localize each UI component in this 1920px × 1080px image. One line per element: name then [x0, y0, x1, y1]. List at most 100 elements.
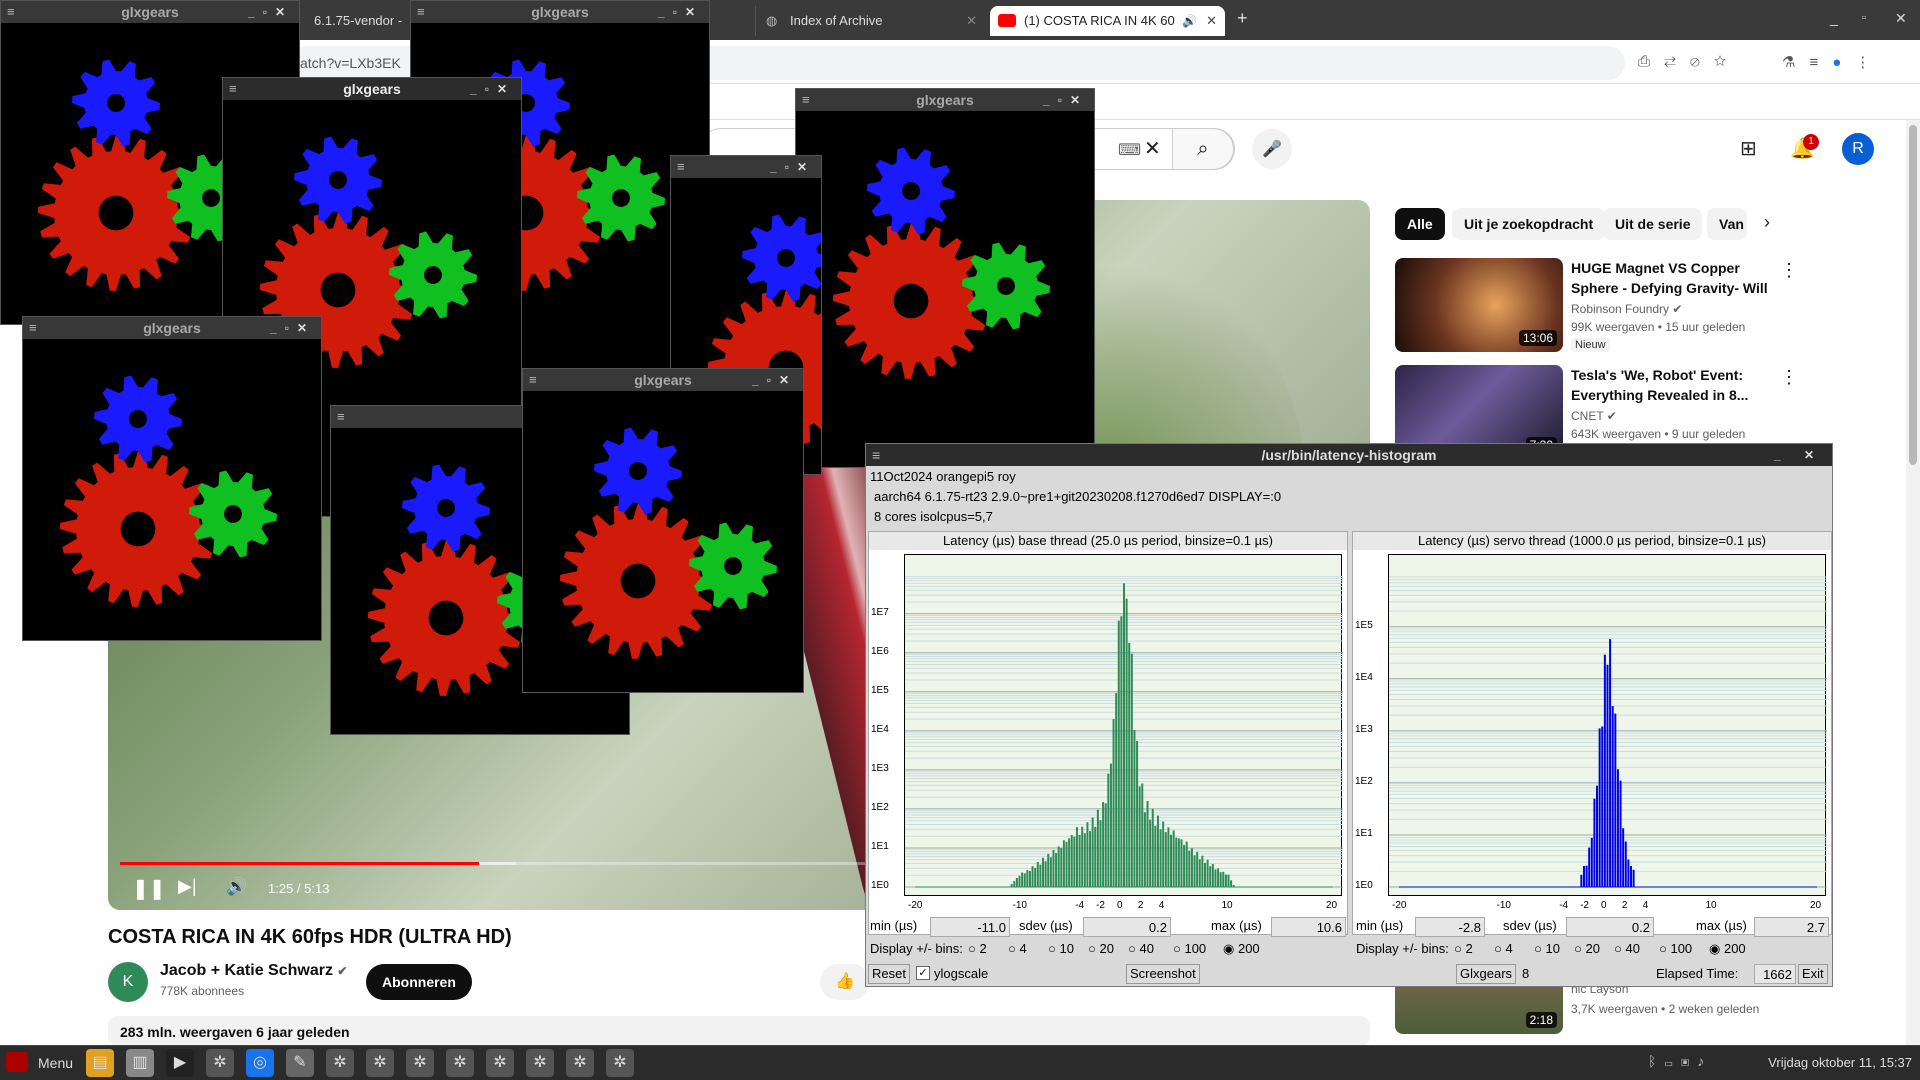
window-titlebar[interactable]: /usr/bin/latency-histogram ≡ _ ✕ [866, 444, 1832, 466]
chrome-icon[interactable]: ◎ [246, 1049, 274, 1077]
window-controls[interactable]: _▫✕ [1043, 89, 1088, 111]
bin-option-10[interactable]: ○ 10 [1534, 941, 1560, 956]
window-controls[interactable]: _▫✕ [248, 1, 293, 23]
channel-name[interactable]: CNET ✔ [1571, 409, 1617, 423]
channel-name[interactable]: Jacob + Katie Schwarz ✔ [160, 962, 347, 980]
window-menu-icon[interactable]: ≡ [337, 406, 345, 428]
gear-icon[interactable]: ✲ [366, 1049, 394, 1077]
bluetooth-icon[interactable]: ᛒ [1648, 1053, 1664, 1069]
tab-youtube[interactable]: (1) COSTA RICA IN 4K 60 🔊 ✕ [990, 6, 1225, 36]
minimize-icon[interactable]: _ [1830, 10, 1838, 26]
queue-icon[interactable]: ≡ [1809, 54, 1832, 71]
more-icon[interactable]: ⋮ [1780, 367, 1798, 388]
editor-icon[interactable]: ▥ [126, 1049, 154, 1077]
window-menu-icon[interactable]: ≡ [417, 1, 425, 23]
bin-option-4[interactable]: ○ 4 [1008, 941, 1027, 956]
bin-option-2[interactable]: ○ 2 [968, 941, 987, 956]
maximize-icon[interactable]: ▫ [1862, 12, 1866, 24]
gear-icon[interactable]: ✲ [566, 1049, 594, 1077]
window-controls[interactable]: _▫✕ [770, 156, 815, 178]
video-title[interactable]: Tesla's 'We, Robot' Event: Everything Re… [1571, 365, 1776, 405]
subscribe-button[interactable]: Abonneren [366, 964, 472, 1000]
chevron-right-icon[interactable]: › [1764, 212, 1770, 233]
video-thumbnail[interactable]: 13:06 [1395, 258, 1563, 352]
channel-avatar[interactable]: K [108, 962, 148, 1002]
window-titlebar[interactable]: glxgears ≡ _▫✕ [523, 369, 803, 391]
ylogscale-checkbox[interactable]: ✓ [916, 966, 930, 980]
filter-pill-from[interactable]: Van [1707, 208, 1747, 240]
close-icon[interactable]: ✕ [966, 6, 977, 36]
more-icon[interactable]: ⋮ [1855, 54, 1884, 71]
bin-option-100[interactable]: ○ 100 [1173, 941, 1206, 956]
window-controls[interactable]: _▫✕ [270, 317, 315, 339]
files-icon[interactable]: ▤ [86, 1049, 114, 1077]
window-menu-icon[interactable]: ≡ [29, 317, 37, 339]
window-menu-icon[interactable]: ≡ [677, 156, 685, 178]
avatar[interactable]: R [1842, 133, 1874, 165]
channel-name[interactable]: Robinson Foundry ✔ [1571, 302, 1682, 316]
labs-icon[interactable]: ⚗ [1782, 54, 1809, 71]
filter-pill-all[interactable]: Alle [1395, 208, 1445, 240]
terminal-icon[interactable]: ▶ [166, 1049, 194, 1077]
bin-option-200[interactable]: ◉ 200 [1709, 941, 1746, 957]
gear-icon[interactable]: ✲ [206, 1049, 234, 1077]
eye-off-icon[interactable]: ⊘ [1690, 53, 1714, 70]
bin-option-100[interactable]: ○ 100 [1659, 941, 1692, 956]
gear-icon[interactable]: ✲ [526, 1049, 554, 1077]
window-controls[interactable]: _▫✕ [752, 369, 797, 391]
video-description[interactable]: 283 mln. weergaven 6 jaar geleden [108, 1016, 1370, 1046]
video-title[interactable]: HUGE Magnet VS Copper Sphere - Defying G… [1571, 258, 1776, 298]
bin-option-20[interactable]: ○ 20 [1088, 941, 1114, 956]
exit-button[interactable]: Exit [1798, 964, 1828, 984]
scrollbar-thumb[interactable] [1909, 125, 1917, 465]
volume-icon[interactable]: ♪ [1697, 1053, 1712, 1069]
glxgears-window[interactable]: glxgears ≡ _▫✕ [22, 316, 322, 641]
window-titlebar[interactable]: glxgears ≡ _▫✕ [223, 78, 521, 100]
close-icon[interactable]: ✕ [1206, 6, 1217, 36]
bin-option-20[interactable]: ○ 20 [1574, 941, 1600, 956]
voice-search-button[interactable]: 🎤 [1252, 129, 1292, 169]
window-controls[interactable]: _▫✕ [658, 1, 703, 23]
glxgears-window[interactable]: glxgears ≡ _▫✕ [795, 88, 1095, 468]
bin-option-40[interactable]: ○ 40 [1614, 941, 1640, 956]
window-titlebar[interactable]: ≡ _▫✕ [671, 156, 821, 178]
translate-icon[interactable]: ⇄ [1664, 53, 1690, 70]
volume-icon[interactable]: 🔊 [226, 877, 247, 897]
window-titlebar[interactable]: glxgears ≡ _▫✕ [23, 317, 321, 339]
gear-icon[interactable]: ✲ [486, 1049, 514, 1077]
latency-histogram-window[interactable]: /usr/bin/latency-histogram ≡ _ ✕ 11Oct20… [865, 443, 1833, 987]
search-button[interactable]: ⌕ [1172, 128, 1234, 170]
window-menu-icon[interactable]: ≡ [802, 89, 810, 111]
bin-option-40[interactable]: ○ 40 [1128, 941, 1154, 956]
gear-icon[interactable]: ✲ [606, 1049, 634, 1077]
gear-icon[interactable]: ✲ [326, 1049, 354, 1077]
window-menu-icon[interactable]: ≡ [7, 1, 15, 23]
new-tab-icon[interactable]: + [1237, 8, 1248, 29]
filter-pill-series[interactable]: Uit de serie [1603, 208, 1703, 240]
tool-icon[interactable]: ✎ [286, 1049, 314, 1077]
create-icon[interactable]: ⊞ [1740, 136, 1757, 161]
bin-option-4[interactable]: ○ 4 [1494, 941, 1513, 956]
like-button[interactable]: 👍 [820, 964, 870, 1000]
keyboard-icon[interactable]: ⌨ [1118, 140, 1141, 160]
gear-icon[interactable]: ✲ [406, 1049, 434, 1077]
window-titlebar[interactable]: glxgears ≡ _▫✕ [796, 89, 1094, 111]
window-titlebar[interactable]: glxgears ≡ _▫✕ [1, 1, 299, 23]
more-icon[interactable]: ⋮ [1780, 260, 1798, 281]
window-controls[interactable]: _ ✕ [1774, 444, 1824, 466]
bin-option-2[interactable]: ○ 2 [1454, 941, 1473, 956]
star-icon[interactable]: ☆ [1714, 53, 1740, 70]
gear-icon[interactable]: ✲ [446, 1049, 474, 1077]
window-menu-icon[interactable]: ≡ [872, 444, 880, 466]
menu-button[interactable]: Menu [38, 1055, 73, 1071]
profile-icon[interactable]: ● [1832, 54, 1855, 71]
window-controls[interactable]: _▫✕ [470, 78, 515, 100]
glxgears-window[interactable]: glxgears ≡ _▫✕ [522, 368, 804, 693]
pause-icon[interactable]: ❚❚ [132, 876, 166, 901]
bin-option-200[interactable]: ◉ 200 [1223, 941, 1260, 957]
filter-pill-search[interactable]: Uit je zoekopdracht [1452, 208, 1606, 240]
display-icon[interactable]: ▭ [1664, 1053, 1680, 1069]
window-menu-icon[interactable]: ≡ [529, 369, 537, 391]
tab-archive[interactable]: ◍ Index of Archive ✕ [755, 6, 985, 36]
screenshot-button[interactable]: Screenshot [1126, 964, 1200, 984]
